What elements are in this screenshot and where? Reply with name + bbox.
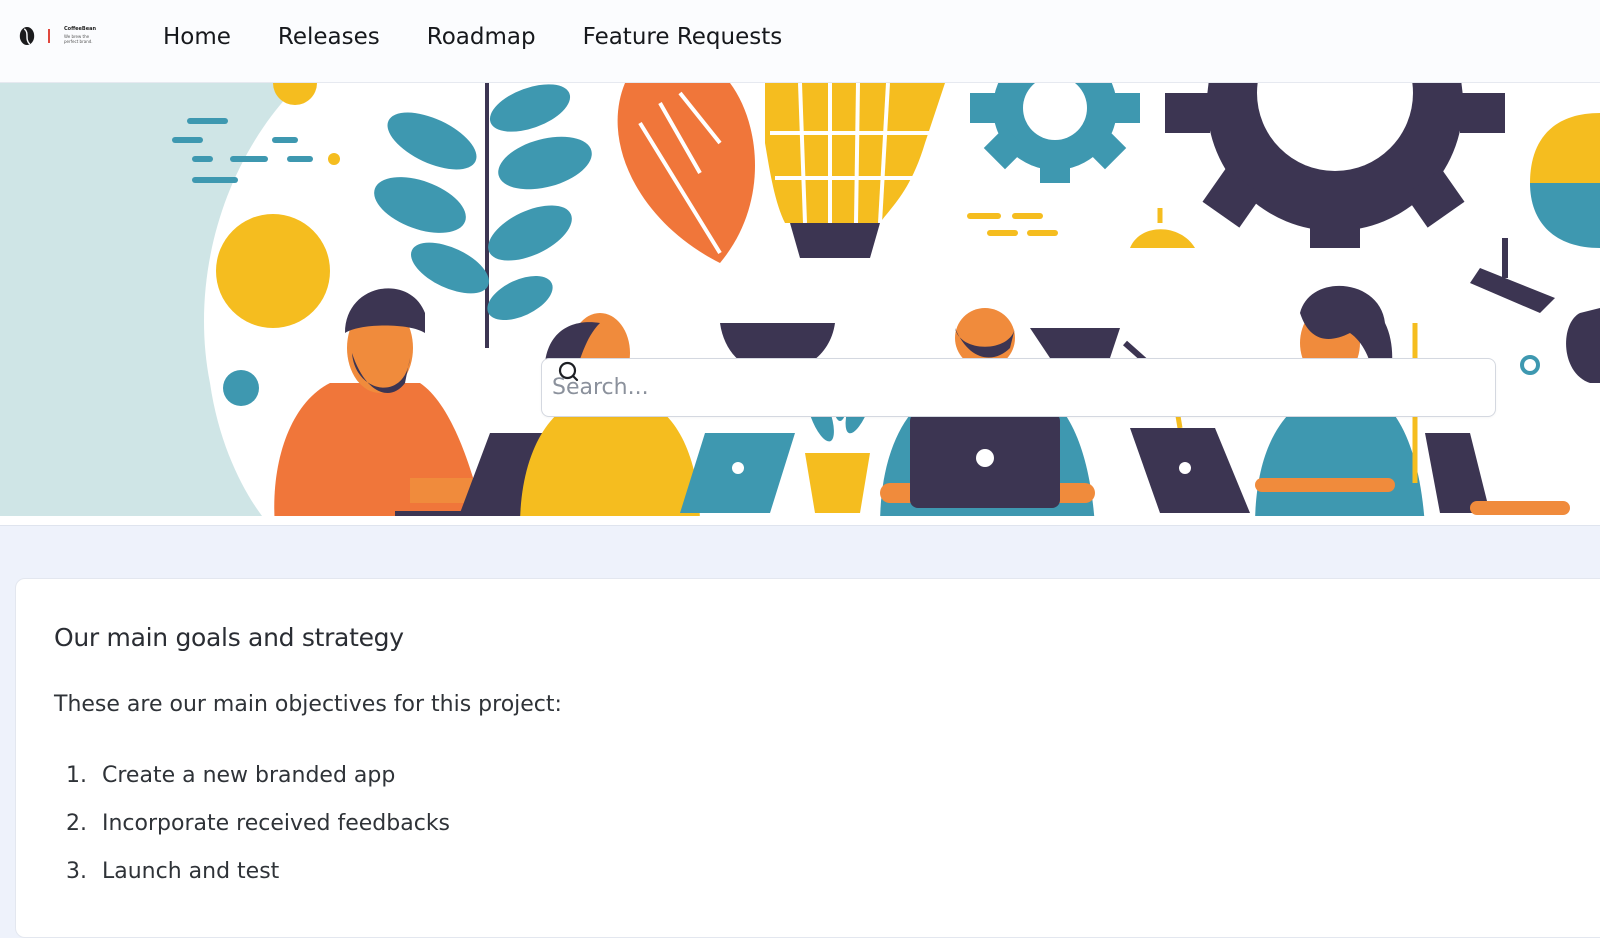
nav-home[interactable]: Home: [163, 20, 231, 54]
list-item-number: 3.: [66, 858, 87, 884]
search-bar[interactable]: [541, 358, 1496, 417]
top-navbar: CoffeeBean We brew the perfect brand. Ho…: [0, 0, 1600, 83]
list-item: 3. Launch and test: [66, 847, 450, 895]
coffee-bean-icon: [19, 27, 35, 45]
brand-name: CoffeeBean: [64, 26, 97, 33]
goals-list: 1. Create a new branded app 2. Incorpora…: [66, 751, 450, 895]
list-item: 2. Incorporate received feedbacks: [66, 799, 450, 847]
search-icon: [558, 361, 579, 382]
brand-logo[interactable]: CoffeeBean We brew the perfect brand.: [18, 22, 108, 50]
list-item-text: Create a new branded app: [102, 762, 396, 788]
list-item-number: 1.: [66, 762, 87, 788]
content-card: Our main goals and strategy These are ou…: [15, 578, 1600, 938]
nav-roadmap[interactable]: Roadmap: [427, 20, 536, 54]
brand-tagline: We brew the perfect brand.: [64, 34, 93, 44]
hero-illustration: [0, 83, 1600, 525]
search-input[interactable]: [552, 367, 1432, 408]
section-title: Our main goals and strategy: [54, 623, 404, 652]
nav-feature-requests[interactable]: Feature Requests: [583, 20, 783, 54]
logo-divider: [48, 29, 50, 43]
list-item: 1. Create a new branded app: [66, 751, 450, 799]
main-nav: Home Releases Roadmap Feature Requests: [163, 20, 829, 54]
hero-banner: [0, 83, 1600, 526]
intro-text: These are our main objectives for this p…: [54, 692, 562, 717]
nav-releases[interactable]: Releases: [278, 20, 380, 54]
list-item-text: Incorporate received feedbacks: [102, 810, 451, 836]
list-item-number: 2.: [66, 810, 87, 836]
list-item-text: Launch and test: [102, 858, 280, 884]
logo-text: CoffeeBean We brew the perfect brand.: [64, 27, 104, 45]
